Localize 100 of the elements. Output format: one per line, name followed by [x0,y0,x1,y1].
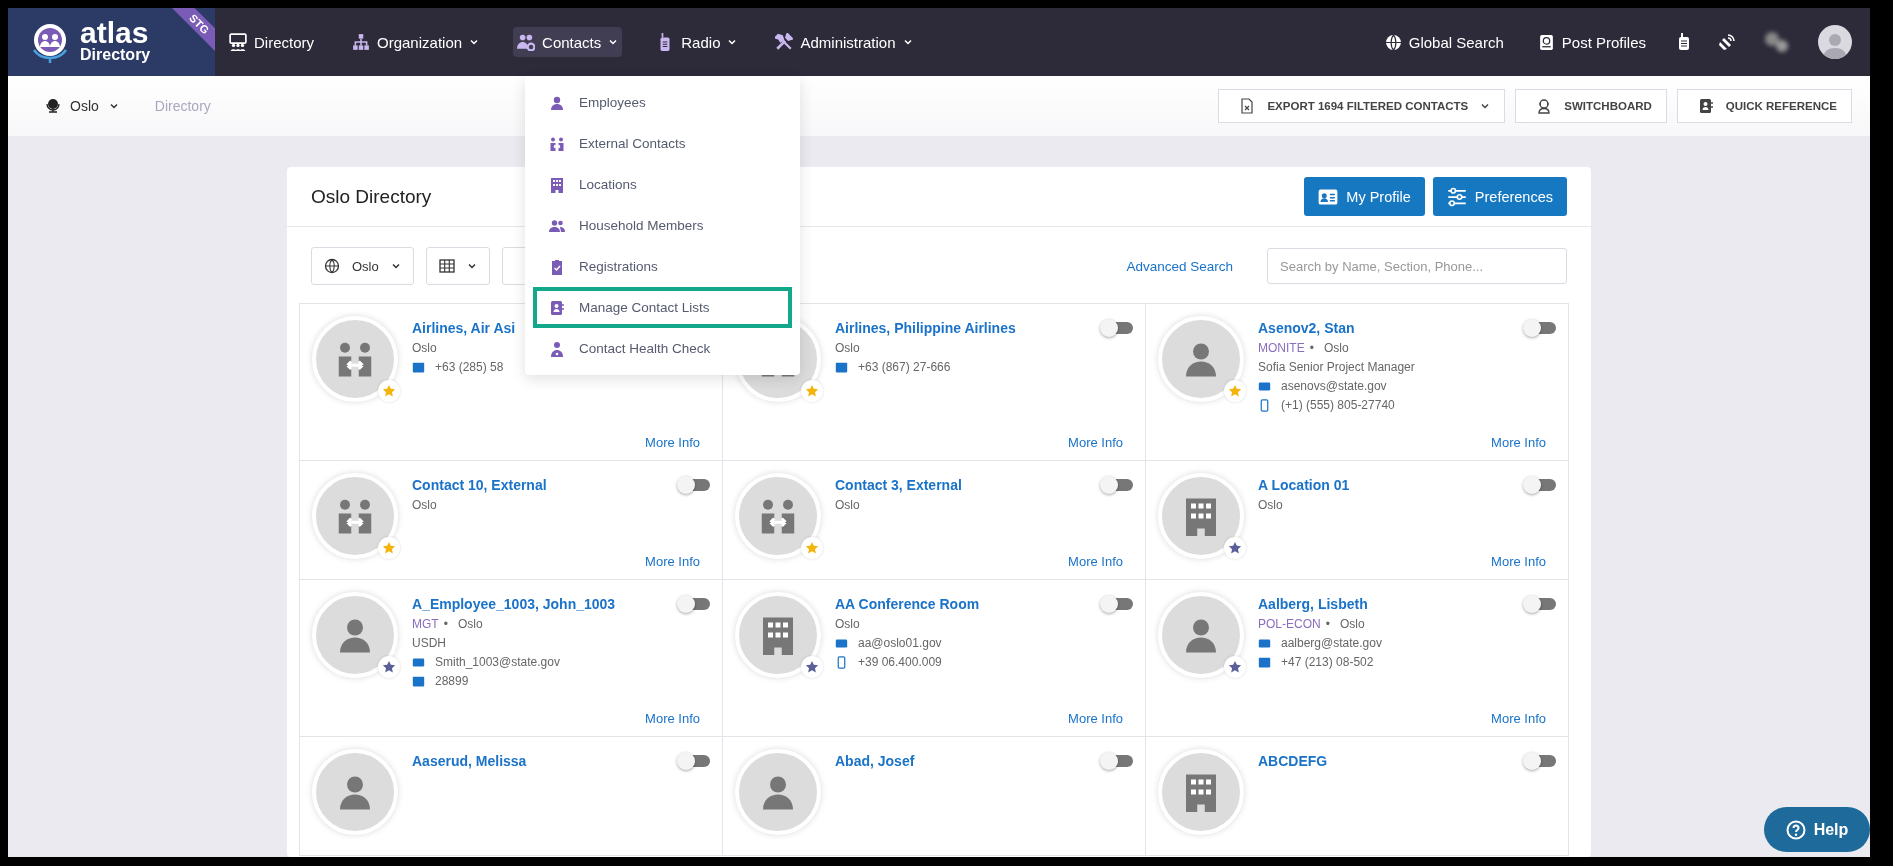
more-info-link[interactable]: More Info [1068,693,1123,726]
action-button[interactable]: QUICK REFERENCE [1676,89,1852,123]
contact-detail: Sofia Senior Project Manager [1258,360,1415,374]
contact-name[interactable]: A_Employee_1003, John_1003 [412,596,616,612]
menu-item[interactable]: Manage Contact Lists [533,287,792,328]
contact-name[interactable]: Abad, Josef [835,753,915,769]
toggle-switch[interactable] [1526,322,1556,334]
people-gear-icon [517,33,536,51]
contact-detail: +47 (213) 08-502 [1281,655,1374,669]
mobile-icon [1258,398,1271,412]
toggle-switch[interactable] [1526,755,1556,767]
nav-menu-item[interactable]: Directory [225,27,318,57]
book-icon [1537,33,1555,51]
toggle-switch[interactable] [680,598,710,610]
more-info-link[interactable]: More Info [645,417,700,450]
contact-name[interactable]: Contact 10, External [412,477,547,493]
more-info-link[interactable]: More Info [645,536,700,569]
nav-menu-item[interactable]: Administration [771,27,917,57]
menu-item[interactable]: External Contacts [533,123,792,164]
action-button[interactable]: SWITCHBOARD [1515,89,1667,123]
toggle-switch[interactable] [1103,755,1133,767]
nav-menu-item[interactable]: Radio [652,27,742,57]
contact-detail: +63 (867) 27-666 [858,360,951,374]
contact-name[interactable]: Airlines, Philippine Airlines [835,320,1016,336]
phone-icon [1258,655,1271,669]
satellite-icon[interactable] [1718,33,1736,51]
action-button[interactable]: EXPORT 1694 FILTERED CONTACTS [1218,89,1506,123]
toggle-switch[interactable] [1103,479,1133,491]
header-button[interactable]: My Profile [1304,177,1425,216]
people-icon [549,217,565,234]
more-info-link[interactable]: More Info [645,693,700,726]
toggle-switch[interactable] [1526,598,1556,610]
clipboard-check-icon [549,258,565,275]
menu-item[interactable]: Contact Health Check [533,328,792,369]
menu-item[interactable]: Locations [533,164,792,205]
star-icon [805,660,819,674]
menu-item[interactable]: Employees [533,82,792,123]
favorite-badge[interactable] [1224,537,1246,559]
contact-detail: Oslo [835,341,860,355]
star-icon [1228,660,1242,674]
contact-detail: Oslo [835,498,860,512]
separator-dot: • [1325,617,1330,631]
more-info-link[interactable]: More Info [1491,536,1546,569]
contact-name[interactable]: Aaserud, Melissa [412,753,527,769]
menu-item[interactable]: Registrations [533,246,792,287]
contact-name[interactable]: Contact 3, External [835,477,962,493]
contact-detail: Oslo [457,617,483,631]
envelope-icon [1258,636,1271,650]
favorite-badge[interactable] [378,656,400,678]
toggle-switch[interactable] [680,755,710,767]
star-icon [1228,541,1242,555]
spreadsheet-icon [1239,98,1256,114]
contact-detail: Oslo [835,617,860,631]
search-field[interactable]: Search by Name, Section, Phone... [1267,248,1567,284]
nav-link[interactable]: Global Search [1380,27,1508,57]
toggle-switch[interactable] [1103,322,1133,334]
view-dropdown[interactable] [425,247,490,285]
contact-name[interactable]: Aalberg, Lisbeth [1258,596,1368,612]
toggle-switch[interactable] [680,479,710,491]
contact-name[interactable]: ABCDEFG [1258,753,1328,769]
toggle-switch[interactable] [1103,598,1133,610]
favorite-badge[interactable] [1224,656,1246,678]
more-info-link[interactable]: More Info [1491,417,1546,450]
phone-icon [835,360,848,374]
more-info-link[interactable]: More Info [1068,536,1123,569]
contact-book-icon [549,299,565,316]
contact-detail: asenovs@state.gov [1281,379,1387,393]
chevron-icon [108,101,119,111]
nav-link[interactable]: Post Profiles [1533,27,1650,57]
location-selector[interactable]: Oslo [40,97,125,115]
contact-name[interactable]: Airlines, Air Asi [412,320,516,336]
contact-detail: aa@oslo01.gov [858,636,942,650]
contact-detail: Oslo [412,341,437,355]
contact-name[interactable]: AA Conference Room [835,596,980,612]
question-icon [1785,819,1806,840]
walkie-talkie-icon[interactable] [1676,33,1692,51]
contact-detail: aalberg@state.gov [1281,636,1382,650]
more-info-link[interactable]: More Info [1068,417,1123,450]
nav-menu-item[interactable]: Organization [348,27,484,57]
contact-detail: Smith_1003@state.gov [435,655,560,669]
envelope-icon [412,655,425,669]
phone-icon [412,360,425,374]
location-filter[interactable]: Oslo [311,247,414,285]
star-icon [382,541,396,555]
envelope-icon [1258,379,1271,393]
more-info-link[interactable]: More Info [1491,693,1546,726]
advanced-search-link[interactable]: Advanced Search [1126,258,1233,274]
phone-icon [412,674,425,688]
user-avatar[interactable] [1818,25,1852,59]
contact-name[interactable]: A Location 01 [1258,477,1350,493]
toggle-switch[interactable] [1526,479,1556,491]
contact-name[interactable]: Asenov2, Stan [1258,320,1355,336]
help-button[interactable]: Help [1764,807,1870,852]
grid-icon [438,259,455,273]
header-button[interactable]: Preferences [1432,177,1567,216]
favorite-badge[interactable] [801,656,823,678]
contact-detail: +39 06.400.009 [858,655,942,669]
nav-menu-item[interactable]: Contacts [513,27,623,57]
menu-item[interactable]: Household Members [533,205,792,246]
people-exchange-icon [549,135,565,152]
